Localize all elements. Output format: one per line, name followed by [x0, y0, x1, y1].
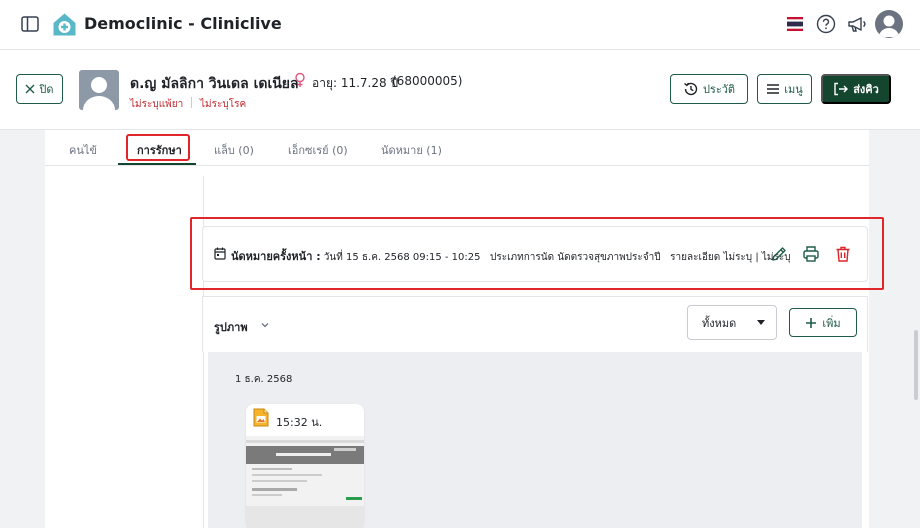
user-silhouette-icon	[879, 15, 899, 37]
user-avatar[interactable]	[875, 10, 903, 38]
tab-lab[interactable]: แล็บ (0)	[214, 141, 254, 159]
add-image-button[interactable]: เพิ่ม	[789, 308, 857, 337]
gallery-date-group: 1 ธ.ค. 2568	[235, 374, 293, 385]
help-icon[interactable]	[816, 14, 836, 34]
patient-age: อายุ: 11.7.28 ปี	[312, 76, 399, 90]
image-filter-value: ทั้งหมด	[702, 316, 737, 330]
sidebar-toggle-icon[interactable]	[20, 14, 40, 34]
history-icon	[683, 82, 698, 96]
add-image-button-label: เพิ่ม	[822, 317, 841, 330]
image-file-icon	[253, 408, 269, 427]
hamburger-icon	[767, 84, 780, 94]
patient-name: ด.ญ มัลลิกา วินเดล เดเนียล	[130, 76, 299, 92]
tab-bar: คนไข้ การรักษา แล็บ (0) เอ็กซเรย์ (0) นั…	[45, 130, 869, 166]
send-queue-button[interactable]: ส่งคิว	[821, 74, 891, 104]
patient-hn: (68000005)	[392, 74, 463, 88]
document-preview-image	[246, 436, 364, 528]
active-tab-indicator	[118, 163, 196, 165]
thumbnail-preview[interactable]	[246, 436, 364, 528]
send-arrow-icon	[834, 82, 849, 96]
patient-header: ปิด ด.ญ มัลลิกา วินเดล เดเนียล อายุ: 11.…	[0, 50, 920, 130]
tab-annotation-box	[126, 134, 190, 161]
th-flag-icon[interactable]	[787, 17, 803, 31]
menu-button-label: เมนู	[784, 84, 803, 96]
close-button[interactable]: ปิด	[16, 74, 63, 104]
menu-button[interactable]: เมนู	[757, 74, 812, 104]
disease-status: ไม่ระบุโรค	[200, 99, 247, 110]
tab-xray[interactable]: เอ็กซเรย์ (0)	[288, 141, 348, 159]
top-bar: Democlinic - Cliniclive	[0, 0, 920, 50]
tab-patient[interactable]: คนไข้	[69, 141, 97, 159]
history-button[interactable]: ประวัติ	[670, 74, 748, 104]
patient-photo	[79, 70, 119, 110]
thumbnail-time: 15:32 น.	[276, 416, 323, 429]
send-queue-button-label: ส่งคิว	[853, 84, 879, 96]
divider	[191, 97, 192, 108]
plus-icon	[806, 317, 817, 328]
chevron-down-icon[interactable]	[260, 320, 270, 330]
megaphone-icon[interactable]	[847, 14, 867, 34]
images-section-title[interactable]: รูปภาพ	[214, 318, 248, 336]
allergy-status: ไม่ระบุแพ้ยา	[130, 99, 184, 110]
app-title: Democlinic - Cliniclive	[84, 14, 282, 33]
page-scrollbar[interactable]	[914, 330, 918, 400]
tab-appointments[interactable]: นัดหมาย (1)	[381, 141, 442, 159]
appointment-annotation-box	[190, 217, 884, 290]
clinic-logo-icon	[53, 13, 76, 36]
close-icon	[25, 84, 35, 94]
close-button-label: ปิด	[39, 84, 54, 96]
female-gender-icon	[295, 72, 305, 87]
patient-silhouette-icon	[83, 77, 115, 110]
history-button-label: ประวัติ	[702, 84, 736, 96]
caret-down-icon	[757, 320, 765, 325]
